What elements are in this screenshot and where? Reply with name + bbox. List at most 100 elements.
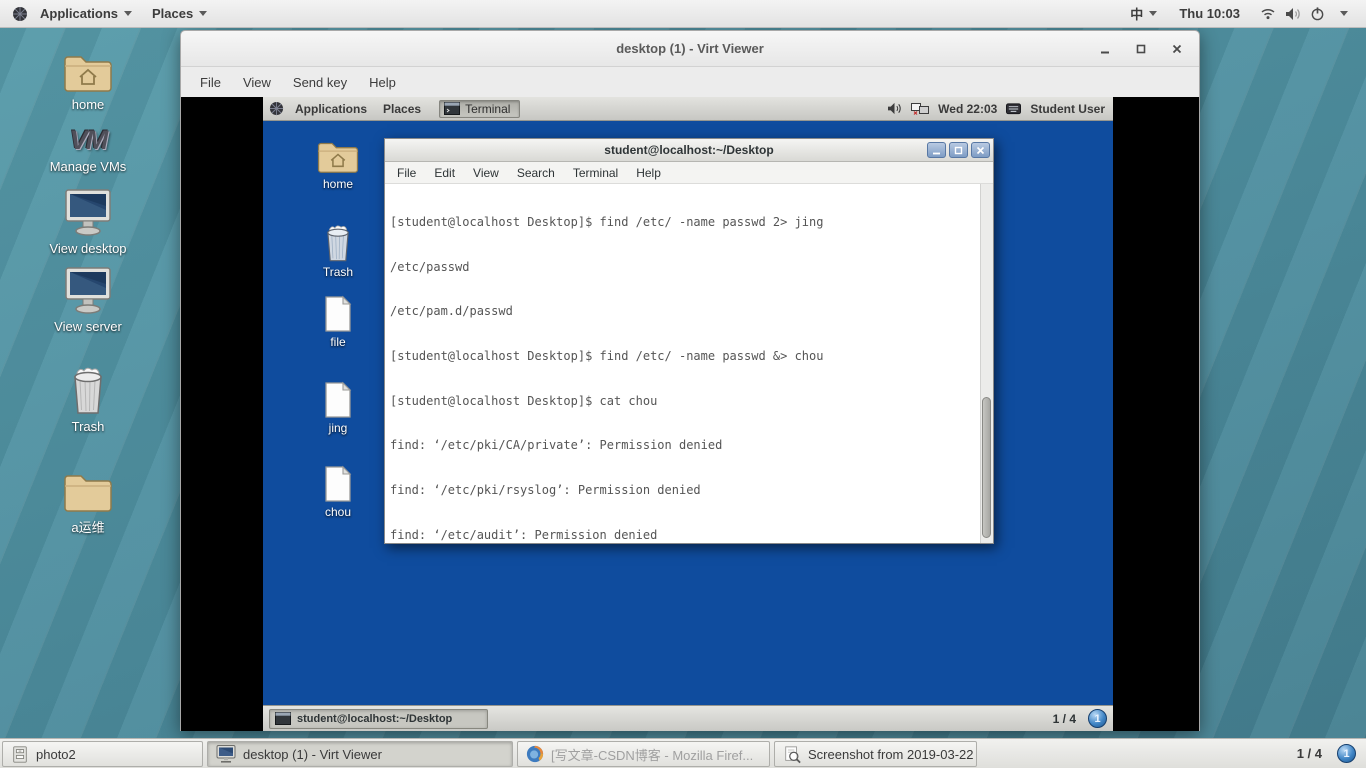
vm-desktop-icon-label: jing (328, 421, 348, 435)
taskbar-item-label: desktop (1) - Virt Viewer (243, 746, 382, 762)
system-menu[interactable] (1254, 6, 1354, 21)
minimize-button[interactable] (927, 142, 946, 158)
vm-top-panel: Applications Places Terminal Wed 22:03 S… (263, 97, 1113, 121)
pager-label: 1 / 4 (1296, 746, 1322, 761)
close-button[interactable] (971, 142, 990, 158)
virt-viewer-titlebar[interactable]: desktop (1) - Virt Viewer (181, 31, 1199, 67)
vm-places-menu[interactable]: Places (375, 99, 429, 119)
terminal-line: [student@localhost Desktop]$ cat chou (390, 393, 658, 408)
vm-taskbar-item-terminal[interactable]: student@localhost:~/Desktop (269, 708, 488, 729)
maximize-button[interactable] (949, 142, 968, 158)
volume-icon (1285, 7, 1301, 21)
terminal-window: student@localhost:~/Desktop File Edit Vi… (384, 138, 994, 544)
wifi-icon (1260, 7, 1276, 20)
desktop-icon-label: View server (54, 319, 122, 334)
terminal-titlebar[interactable]: student@localhost:~/Desktop (385, 139, 993, 162)
vm-desktop-icon-label: Trash (322, 265, 354, 279)
document-icon (300, 377, 376, 419)
volume-icon[interactable] (887, 102, 902, 115)
workspace-switcher[interactable]: 1 (1337, 744, 1356, 763)
network-icon[interactable] (911, 102, 930, 115)
maximize-button[interactable] (1133, 41, 1149, 57)
minimize-icon (1101, 51, 1109, 53)
minimize-button[interactable] (1097, 41, 1113, 57)
menu-help[interactable]: Help (627, 163, 670, 183)
menu-terminal[interactable]: Terminal (564, 163, 627, 183)
vm-clock[interactable]: Wed 22:03 (938, 102, 997, 116)
vm-desktop-icon-label: home (322, 177, 354, 191)
terminal-line: find: ‘/etc/pki/rsyslog’: Permission den… (390, 483, 701, 498)
desktop-icon-ayunwei[interactable]: a运维 (40, 462, 136, 536)
workspace-switcher[interactable]: 1 (1088, 709, 1107, 728)
desktop-icon-view-desktop[interactable]: View desktop (40, 186, 136, 256)
menu-edit[interactable]: Edit (425, 163, 464, 183)
window-list-panel: photo2 desktop (1) - Virt Viewer [写文章-CS… (0, 738, 1366, 768)
terminal-menubar: File Edit View Search Terminal Help (385, 162, 993, 184)
trash-icon (300, 219, 376, 263)
screen-root: home VM Manage VMs View desktop View ser… (0, 0, 1366, 768)
applications-menu[interactable]: Applications (32, 2, 140, 25)
vm-desktop-icon-trash[interactable]: Trash (300, 219, 376, 279)
vm-desktop-icon-file[interactable]: file (300, 291, 376, 349)
vm-taskbar-item-label: student@localhost:~/Desktop (297, 712, 453, 725)
vm-desktop-icon-jing[interactable]: jing (300, 377, 376, 435)
menu-file[interactable]: File (189, 70, 232, 95)
menu-view[interactable]: View (464, 163, 508, 183)
keyboard-icon[interactable] (1006, 102, 1022, 115)
terminal-scrollbar[interactable] (980, 184, 993, 543)
virt-manager-icon: VM (69, 125, 108, 155)
taskbar-item-photo2[interactable]: photo2 (2, 741, 203, 767)
monitor-icon (216, 745, 236, 763)
input-method-indicator[interactable]: 中 (1122, 0, 1165, 27)
vm-user-menu[interactable]: Student User (1030, 102, 1105, 116)
chevron-down-icon (1340, 11, 1348, 16)
input-method-label: 中 (1130, 7, 1144, 22)
folder-home-icon (40, 44, 136, 94)
menu-file[interactable]: File (388, 163, 425, 183)
menu-search[interactable]: Search (508, 163, 564, 183)
trash-icon (40, 360, 136, 416)
distro-icon[interactable] (12, 6, 28, 22)
taskbar-item-label: Screenshot from 2019-03-22 1... (808, 746, 977, 762)
applications-menu-label: Applications (40, 6, 119, 21)
desktop-icon-trash[interactable]: Trash (40, 360, 136, 434)
vm-desktop-background[interactable]: Applications Places Terminal Wed 22:03 S… (263, 97, 1113, 731)
terminal-line: [student@localhost Desktop]$ find /etc/ … (390, 214, 824, 229)
places-menu[interactable]: Places (144, 2, 215, 25)
vm-desktop-icon-home[interactable]: home (300, 137, 376, 191)
power-icon (1310, 6, 1325, 21)
vm-window-list-terminal[interactable]: Terminal (439, 99, 521, 118)
vm-applications-menu[interactable]: Applications (287, 99, 375, 119)
clock[interactable]: Thu 10:03 (1169, 2, 1250, 25)
window-title: desktop (1) - Virt Viewer (616, 41, 764, 56)
desktop-icon-label: a运维 (71, 520, 105, 535)
desktop-icon-view-server[interactable]: View server (40, 264, 136, 334)
taskbar-item-screenshot[interactable]: Screenshot from 2019-03-22 1... (774, 741, 977, 767)
taskbar-item-firefox[interactable]: [写文章-CSDN博客 - Mozilla Firef... (517, 741, 770, 767)
terminal-line: find: ‘/etc/audit’: Permission denied (390, 527, 658, 542)
chevron-down-icon (124, 11, 133, 16)
terminal-icon (275, 712, 291, 725)
vm-desktop-icon-label: file (330, 335, 346, 349)
distro-icon[interactable] (269, 101, 284, 116)
desktop-icon-home[interactable]: home (40, 44, 136, 112)
terminal-line: find: ‘/etc/pki/CA/private’: Permission … (390, 438, 723, 453)
folder-icon (40, 462, 136, 514)
close-button[interactable] (1169, 41, 1185, 57)
scrollbar-thumb[interactable] (982, 397, 991, 538)
menu-view[interactable]: View (232, 70, 282, 95)
taskbar-item-virt-viewer[interactable]: desktop (1) - Virt Viewer (207, 741, 513, 767)
terminal-output[interactable]: [student@localhost Desktop]$ find /etc/ … (385, 184, 993, 543)
folder-home-icon (300, 137, 376, 175)
vm-desktop-icon-label: chou (324, 505, 352, 519)
chevron-down-icon (199, 11, 208, 16)
terminal-icon (444, 102, 461, 115)
monitor-icon (40, 186, 136, 238)
menu-send-key[interactable]: Send key (282, 70, 358, 95)
terminal-line: /etc/passwd (390, 259, 470, 274)
document-icon (300, 461, 376, 503)
menu-help[interactable]: Help (358, 70, 407, 95)
taskbar-item-label: [写文章-CSDN博客 - Mozilla Firef... (551, 747, 754, 763)
vm-desktop-icon-chou[interactable]: chou (300, 461, 376, 519)
desktop-icon-manage-vms[interactable]: VM Manage VMs (40, 118, 136, 174)
